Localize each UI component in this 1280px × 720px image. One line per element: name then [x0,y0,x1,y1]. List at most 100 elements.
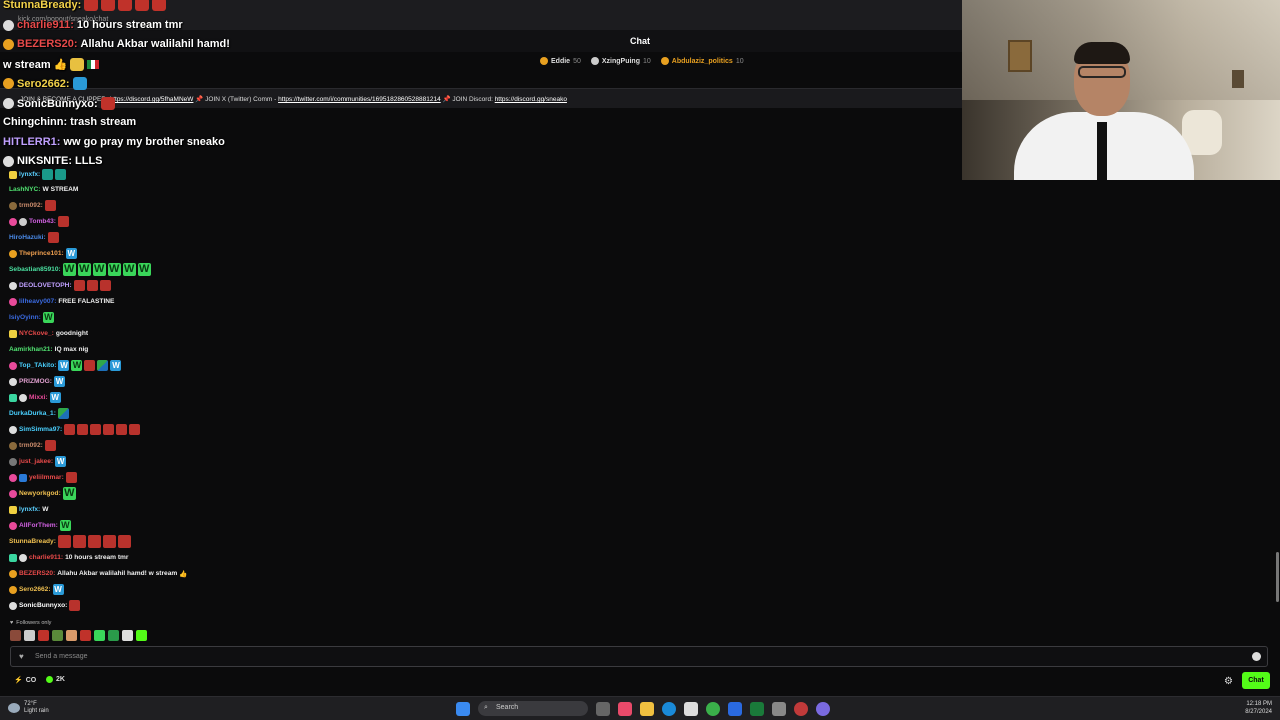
file-explorer-icon[interactable] [640,701,654,716]
message-input[interactable]: ♥ Send a message [10,646,1268,667]
chat-message[interactable]: Sebastian85910: W W W W W W [9,263,151,276]
emote-icon[interactable] [122,630,133,641]
chat-scrollbar[interactable] [1276,552,1279,602]
chat-username[interactable]: SimSimma97: [19,426,62,433]
chat-message[interactable]: trm092: [9,439,56,452]
chat-message[interactable]: BEZERS20: Allahu Akbar walilahil hamd! w … [9,567,187,580]
chat-username[interactable]: Sero2662: [19,586,51,593]
message-placeholder: Send a message [35,653,88,660]
chat-message[interactable]: NYCkove_: goodnight [9,327,88,340]
gifter-item[interactable]: Eddie 50 [540,57,581,65]
chat-message[interactable]: lynxfx: [9,168,67,181]
chat-message[interactable]: SonicBunnyxo: [9,599,81,612]
chat-message[interactable]: StunnaBready: [9,535,131,548]
emote-icon[interactable] [66,630,77,641]
chat-username[interactable]: lynxfx: [19,506,40,513]
weather-widget[interactable]: 72°F Light rain [8,701,49,715]
send-chat-button[interactable]: Chat [1242,672,1270,689]
chat-username[interactable]: Aamirkhan21: [9,346,53,353]
badge-icon [9,457,17,466]
chat-message[interactable]: just_jakee: W [9,455,67,468]
chat-username[interactable]: Top_TAkito: [19,362,56,369]
discord-icon[interactable] [816,701,830,716]
chat-message[interactable]: DurkaDurka_1: [9,407,69,420]
edge-icon[interactable] [662,701,676,716]
chat-message[interactable]: trm092: [9,199,56,212]
chat-message[interactable]: Newyorkgod: W [9,487,76,500]
chat-username[interactable]: PRIZMOG: [19,378,52,385]
chat-username[interactable]: HiroHazuki: [9,234,46,241]
chat-message[interactable]: Aamirkhan21: IQ max nig [9,343,88,356]
pinned-link[interactable]: https://discord.gg/sneako [495,96,567,103]
chat-username[interactable]: DurkaDurka_1: [9,410,56,417]
chat-username[interactable]: Theprince101: [19,250,64,257]
chat-username[interactable]: IsiyOyinn: [9,314,41,321]
chat-message[interactable]: IsiyOyinn: W [9,311,54,324]
xbox-icon[interactable] [750,701,764,716]
chat-username[interactable]: charlie911: [29,554,63,561]
start-icon[interactable] [456,701,470,716]
chat-username[interactable]: trm092: [19,202,43,209]
chat-message[interactable]: Top_TAkito: W W W [9,359,122,372]
emote-icon[interactable] [52,630,63,641]
emote-icon[interactable] [136,630,147,641]
chat-message[interactable]: AllForThem: W [9,519,71,532]
chat-username[interactable]: DEOLOVETOPH: [19,282,72,289]
gifter-item[interactable]: XzingPuing 10 [590,57,651,65]
channel-points[interactable]: ⚡ CO [14,676,36,685]
chat-username[interactable]: AllForThem: [19,522,58,529]
chat-message[interactable]: Mixxi: W [9,391,61,404]
chat-username[interactable]: NYCkove_: [19,330,54,337]
chat-username[interactable]: SonicBunnyxo: [19,602,67,609]
chat-username[interactable]: StunnaBready: [9,538,56,545]
chat-message[interactable]: DEOLOVETOPH: [9,279,111,292]
emote-picker-icon[interactable] [1252,652,1261,661]
obs-icon[interactable] [794,701,808,716]
emote-icon[interactable] [24,630,35,641]
gifter-item[interactable]: Abdulaziz_politics 10 [660,57,744,65]
chat-message[interactable]: Theprince101: W [9,247,77,260]
pinned-link[interactable]: https://discord.gg/5fhaMNeW [110,96,194,103]
chat-message[interactable]: SimSimma97: [9,423,141,436]
chat-username[interactable]: LashNYC: [9,186,41,193]
chat-username[interactable]: Newyorkgod: [19,490,61,497]
chat-message[interactable]: PRIZMOG: W [9,375,65,388]
chat-username[interactable]: Mixxi: [29,394,48,401]
chat-message[interactable]: charlie911: 10 hours stream tmr [9,551,129,564]
emote-icon [72,535,86,548]
chat-username[interactable]: lilheavy007: [19,298,56,305]
settings-gear-icon[interactable]: ⚙ [1224,676,1233,687]
chat-message[interactable]: LashNYC: W STREAM [9,183,78,196]
task-view-icon[interactable] [596,701,610,716]
app-icon[interactable] [728,701,742,716]
taskbar-search[interactable]: ⌕ Search [478,701,588,716]
chat-message[interactable]: yeliilmmar: [9,471,77,484]
copilot-icon[interactable] [618,701,632,716]
followers-only-label: Followers only [16,620,52,626]
emote-icon[interactable] [108,630,119,641]
emote-icon[interactable] [10,630,21,641]
chat-message[interactable]: lynxfx: W [9,503,49,516]
emote-icon[interactable] [94,630,105,641]
store-icon[interactable] [684,701,698,716]
chat-message[interactable]: Tomb43: [9,215,69,228]
chat-username[interactable]: trm092: [19,442,43,449]
chat-message[interactable]: lilheavy007: FREE FALASTINE [9,295,114,308]
app-icon[interactable] [772,701,786,716]
chat-message[interactable]: HiroHazuki: [9,231,59,244]
emote-icon[interactable] [80,630,91,641]
w-emote-icon: W [53,376,65,387]
chrome-icon[interactable] [706,701,720,716]
emoji-icon[interactable]: ♥ [19,652,28,661]
chat-username[interactable]: Sebastian85910: [9,266,61,273]
chat-username[interactable]: BEZERS20: [19,570,55,577]
system-clock[interactable]: 12:18 PM 8/27/2024 [1245,700,1272,716]
chat-username[interactable]: lynxfx: [19,171,40,178]
chat-message[interactable]: Sero2662: W [9,583,64,596]
chat-username[interactable]: just_jakee: [19,458,53,465]
chat-username[interactable]: Tomb43: [29,218,56,225]
emote-icon[interactable] [38,630,49,641]
badge-icon [9,521,17,530]
chat-username[interactable]: yeliilmmar: [29,474,64,481]
pinned-link[interactable]: https://twitter.com/i/communities/169518… [278,96,441,103]
